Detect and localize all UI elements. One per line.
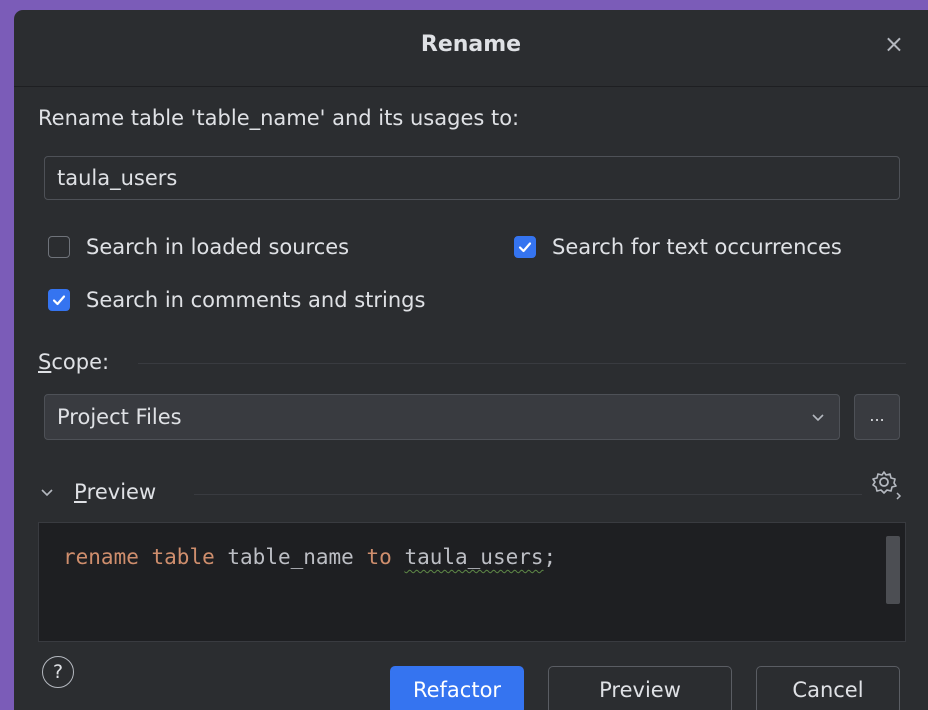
- preview-code-editor[interactable]: rename table table_name to taula_users;: [38, 522, 906, 642]
- chevron-down-icon: [40, 482, 54, 502]
- preview-mnemonic: P: [74, 480, 87, 504]
- code-new-identifier: taula_users: [404, 545, 544, 569]
- cancel-button[interactable]: Cancel: [756, 666, 900, 710]
- search-text-occurrences-checkbox[interactable]: Search for text occurrences: [514, 235, 842, 259]
- scope-separator: [138, 363, 906, 364]
- checkbox-unchecked-icon[interactable]: [48, 236, 70, 258]
- new-name-input[interactable]: [44, 156, 900, 200]
- code-terminator: ;: [543, 545, 557, 569]
- chevron-down-icon: [811, 407, 825, 432]
- dialog-title: Rename: [420, 32, 522, 57]
- rename-prompt: Rename table 'table_name' and its usages…: [38, 106, 520, 130]
- scope-mnemonic: S: [38, 350, 52, 374]
- scope-selected-value: Project Files: [57, 405, 182, 429]
- scope-select[interactable]: Project Files: [44, 394, 840, 440]
- search-comments-strings-checkbox[interactable]: Search in comments and strings: [48, 288, 425, 312]
- help-button[interactable]: ?: [42, 656, 74, 688]
- checkbox-checked-icon[interactable]: [514, 236, 536, 258]
- scope-label-rest: cope:: [51, 350, 110, 374]
- code-keyword: to: [366, 545, 392, 569]
- scope-label: Scope:: [38, 350, 109, 374]
- code-identifier: table_name: [227, 545, 354, 569]
- preview-scrollbar[interactable]: [886, 536, 900, 604]
- checkbox-checked-icon[interactable]: [48, 289, 70, 311]
- rename-dialog: Rename × Rename table 'table_name' and i…: [14, 10, 928, 710]
- search-loaded-sources-checkbox[interactable]: Search in loaded sources: [48, 235, 349, 259]
- code-keyword: table: [151, 545, 215, 569]
- code-keyword: rename: [63, 545, 139, 569]
- search-loaded-sources-label: Search in loaded sources: [86, 235, 350, 259]
- preview-label-rest: review: [86, 480, 157, 504]
- gear-icon[interactable]: [870, 468, 902, 504]
- scope-browse-button[interactable]: ...: [854, 394, 900, 440]
- search-text-occurrences-label: Search for text occurrences: [552, 235, 842, 259]
- search-comments-strings-label: Search in comments and strings: [86, 288, 426, 312]
- refactor-button[interactable]: Refactor: [390, 666, 524, 710]
- preview-section-toggle[interactable]: Preview: [40, 480, 156, 504]
- close-icon[interactable]: ×: [884, 30, 904, 58]
- title-bar: Rename ×: [14, 10, 928, 87]
- preview-separator: [194, 494, 862, 495]
- preview-button[interactable]: Preview: [548, 666, 732, 710]
